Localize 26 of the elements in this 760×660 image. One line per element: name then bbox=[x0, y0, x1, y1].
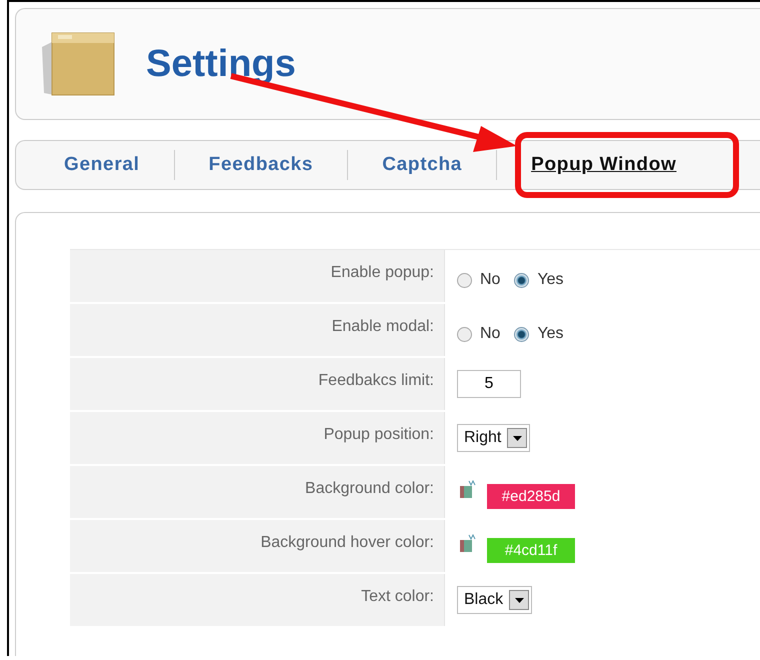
radio-button[interactable] bbox=[514, 326, 530, 342]
field-label: Popup position: bbox=[70, 412, 445, 464]
radio-button[interactable] bbox=[457, 326, 472, 342]
radio-label: Yes bbox=[537, 325, 564, 343]
dropdown[interactable]: Black bbox=[457, 586, 532, 614]
radio-label: No bbox=[480, 271, 500, 289]
field-label: Enable modal: bbox=[70, 304, 445, 356]
tab[interactable]: General bbox=[62, 154, 142, 176]
tab[interactable]: Captcha bbox=[380, 154, 464, 176]
tab[interactable]: Popup Window bbox=[529, 154, 678, 176]
radio-button[interactable] bbox=[514, 272, 530, 288]
caret-icon bbox=[512, 436, 522, 440]
radio-label: No bbox=[480, 325, 500, 343]
field-label: Enable popup: bbox=[70, 250, 445, 302]
radio-button[interactable] bbox=[457, 272, 472, 288]
caret-icon bbox=[514, 598, 524, 602]
radio-label: Yes bbox=[537, 271, 564, 289]
field-label: Text color: bbox=[70, 574, 445, 626]
input-field[interactable]: 5 bbox=[457, 370, 521, 398]
tab[interactable]: Feedbacks bbox=[206, 154, 316, 176]
field-label: Feedbakcs limit: bbox=[70, 358, 445, 410]
page-title: Settings bbox=[146, 43, 296, 86]
dropdown[interactable]: Right bbox=[457, 424, 530, 452]
color-value[interactable]: #ed285d bbox=[487, 484, 575, 508]
field-label: Background color: bbox=[70, 466, 445, 518]
field-label: Background hover color: bbox=[70, 520, 445, 572]
